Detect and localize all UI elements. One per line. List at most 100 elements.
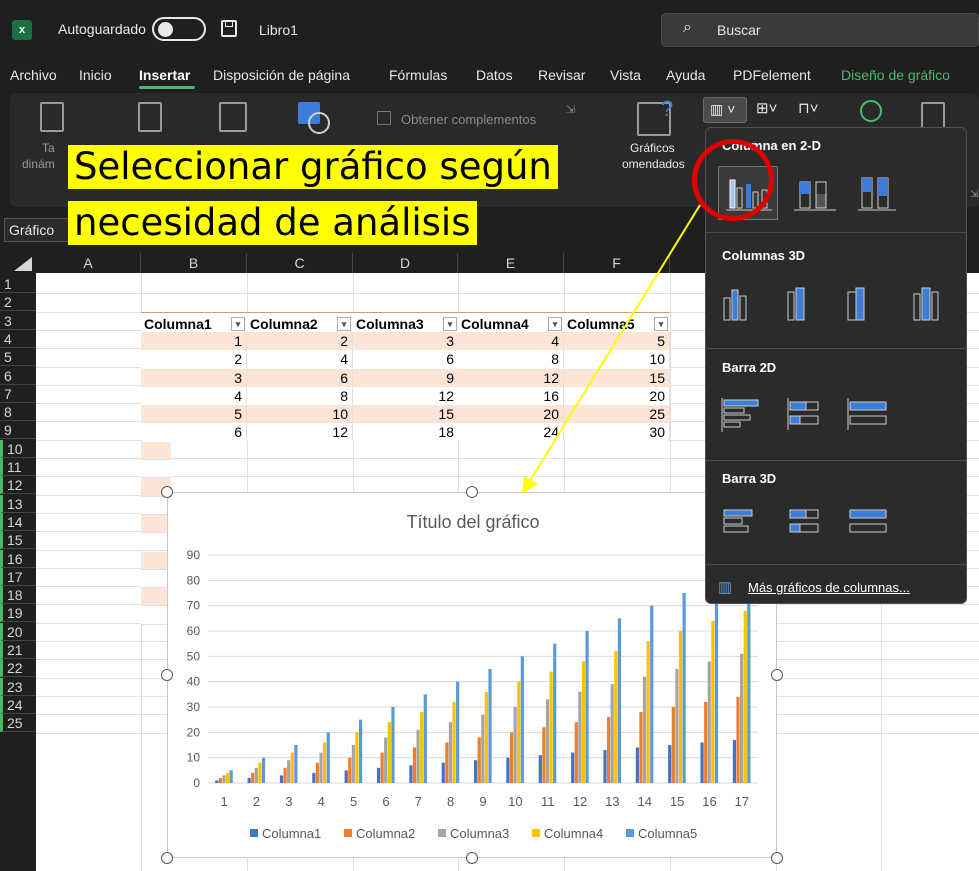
table-cell[interactable]: 5 (141, 405, 247, 424)
table-cell[interactable]: 10 (247, 405, 353, 424)
recommended-charts-icon[interactable]: ? (637, 96, 673, 136)
chart-bar[interactable] (578, 691, 582, 783)
row-header[interactable]: 22 (0, 659, 36, 678)
chart-bar[interactable] (412, 747, 417, 783)
row-header[interactable]: 23 (0, 677, 36, 696)
resize-handle-mr[interactable] (771, 669, 783, 681)
recommended-charts-label-2[interactable]: omendados (622, 157, 685, 171)
autosave-toggle[interactable] (152, 17, 206, 41)
chart-bar[interactable] (315, 762, 320, 783)
legend-swatch[interactable] (250, 829, 258, 837)
tab-pdfelement[interactable]: PDFelement (733, 67, 811, 83)
chart-bar[interactable] (287, 760, 291, 783)
tab-diseno-grafico[interactable]: Diseño de gráfico (841, 67, 950, 83)
filter-dropdown-icon[interactable]: ▾ (443, 316, 457, 331)
column-chart[interactable]: Título del gráfico 0 10 20 30 40 50 60 70 80 90 1… (167, 492, 777, 858)
tab-revisar[interactable]: Revisar (538, 67, 585, 83)
chart-bar[interactable] (258, 762, 262, 783)
table-header-cell[interactable]: Columna2 ▾ (247, 311, 353, 334)
chart-bar[interactable] (545, 699, 550, 783)
chart-bar[interactable] (635, 747, 639, 783)
table-header-cell[interactable]: Columna3 ▾ (353, 311, 459, 334)
chart-bar[interactable] (678, 631, 683, 783)
chart-bar[interactable] (743, 610, 747, 783)
100-stacked-column-icon[interactable] (852, 166, 912, 220)
row-header[interactable]: 20 (0, 622, 36, 641)
table-cell[interactable]: 8 (247, 386, 353, 405)
hierarchy-chart-icon[interactable]: ⊞˅ (756, 99, 777, 117)
chart-bar[interactable] (225, 772, 230, 783)
row-header[interactable]: 2 (0, 293, 36, 312)
chart-bar[interactable] (711, 620, 715, 783)
chart-bar[interactable] (344, 770, 348, 783)
table-cell[interactable]: 3 (353, 331, 459, 350)
recommended-pivot-icon[interactable] (138, 102, 162, 132)
chart-bar[interactable] (668, 745, 672, 783)
chart-bar[interactable] (326, 732, 330, 783)
chart-bar[interactable] (409, 765, 413, 783)
select-all-corner[interactable] (14, 257, 32, 271)
tab-formulas[interactable]: Fórmulas (389, 67, 447, 83)
chart-bar[interactable] (452, 701, 456, 783)
pivot-table-icon[interactable] (40, 102, 64, 132)
tab-inicio[interactable]: Inicio (79, 67, 112, 83)
chart-bar[interactable] (283, 767, 287, 783)
chart-bar[interactable] (700, 742, 704, 783)
row-header[interactable]: 19 (0, 604, 36, 623)
maps-chart-icon[interactable] (860, 100, 882, 122)
chart-bar[interactable] (714, 580, 719, 783)
chart-bar[interactable] (384, 737, 388, 783)
column-chart-button[interactable]: ▥ ˅ (703, 97, 747, 123)
chart-bar[interactable] (642, 676, 647, 783)
row-header[interactable]: 17 (0, 567, 36, 586)
chart-bar[interactable] (348, 757, 352, 783)
table-cell[interactable]: 6 (141, 423, 247, 442)
resize-handle-br[interactable] (771, 852, 783, 864)
chart-bar[interactable] (646, 641, 650, 783)
chart-bar[interactable] (610, 684, 614, 783)
chart-bar[interactable] (707, 661, 711, 783)
legend-label[interactable]: Columna4 (544, 826, 603, 841)
bar-2d-options[interactable] (718, 390, 958, 444)
chart-bar[interactable] (387, 722, 391, 783)
chart-bar[interactable] (509, 732, 514, 783)
chart-bar[interactable] (251, 772, 255, 783)
row-header[interactable]: 9 (0, 421, 36, 440)
chart-bar[interactable] (736, 696, 740, 783)
chart-bar[interactable] (614, 651, 618, 783)
tab-ayuda[interactable]: Ayuda (666, 67, 705, 83)
chart-bar[interactable] (506, 757, 510, 783)
chart-bar[interactable] (448, 722, 453, 783)
row-header[interactable]: 11 (0, 458, 36, 476)
chart-bar[interactable] (650, 605, 654, 783)
chart-bar[interactable] (445, 742, 449, 783)
stacked-column-icon[interactable] (786, 166, 846, 220)
table-cell[interactable]: 2 (247, 331, 353, 350)
row-header[interactable]: 8 (0, 403, 36, 422)
table-cell[interactable]: 4 (141, 386, 247, 405)
search-box[interactable]: ⌕ Buscar (661, 13, 979, 47)
get-addins-label[interactable]: Obtener complementos (401, 112, 536, 127)
chart-bar[interactable] (222, 775, 226, 783)
chart-bar[interactable] (323, 742, 327, 783)
col-header-b[interactable]: B (141, 253, 247, 273)
charts-expand-icon[interactable]: ⇲ (970, 189, 978, 200)
legend-swatch[interactable] (532, 829, 540, 837)
row-header[interactable]: 7 (0, 385, 36, 403)
legend-swatch[interactable] (438, 829, 446, 837)
row-header[interactable]: 18 (0, 586, 36, 605)
chart-bar[interactable] (218, 777, 222, 783)
chart-bar[interactable] (294, 745, 298, 783)
resize-handle-ml[interactable] (161, 669, 173, 681)
chart-bar[interactable] (704, 701, 708, 783)
chart-bar[interactable] (441, 762, 445, 783)
table-cell[interactable]: 6 (353, 350, 459, 369)
chart-bar[interactable] (740, 653, 744, 783)
resize-handle-bm[interactable] (466, 852, 478, 864)
chart-bar[interactable] (423, 694, 427, 783)
resize-handle-tm[interactable] (466, 486, 478, 498)
chart-bar[interactable] (520, 656, 524, 783)
chart-bar[interactable] (639, 712, 643, 783)
legend-swatch[interactable] (626, 829, 634, 837)
table-cell[interactable]: 4 (247, 350, 353, 369)
